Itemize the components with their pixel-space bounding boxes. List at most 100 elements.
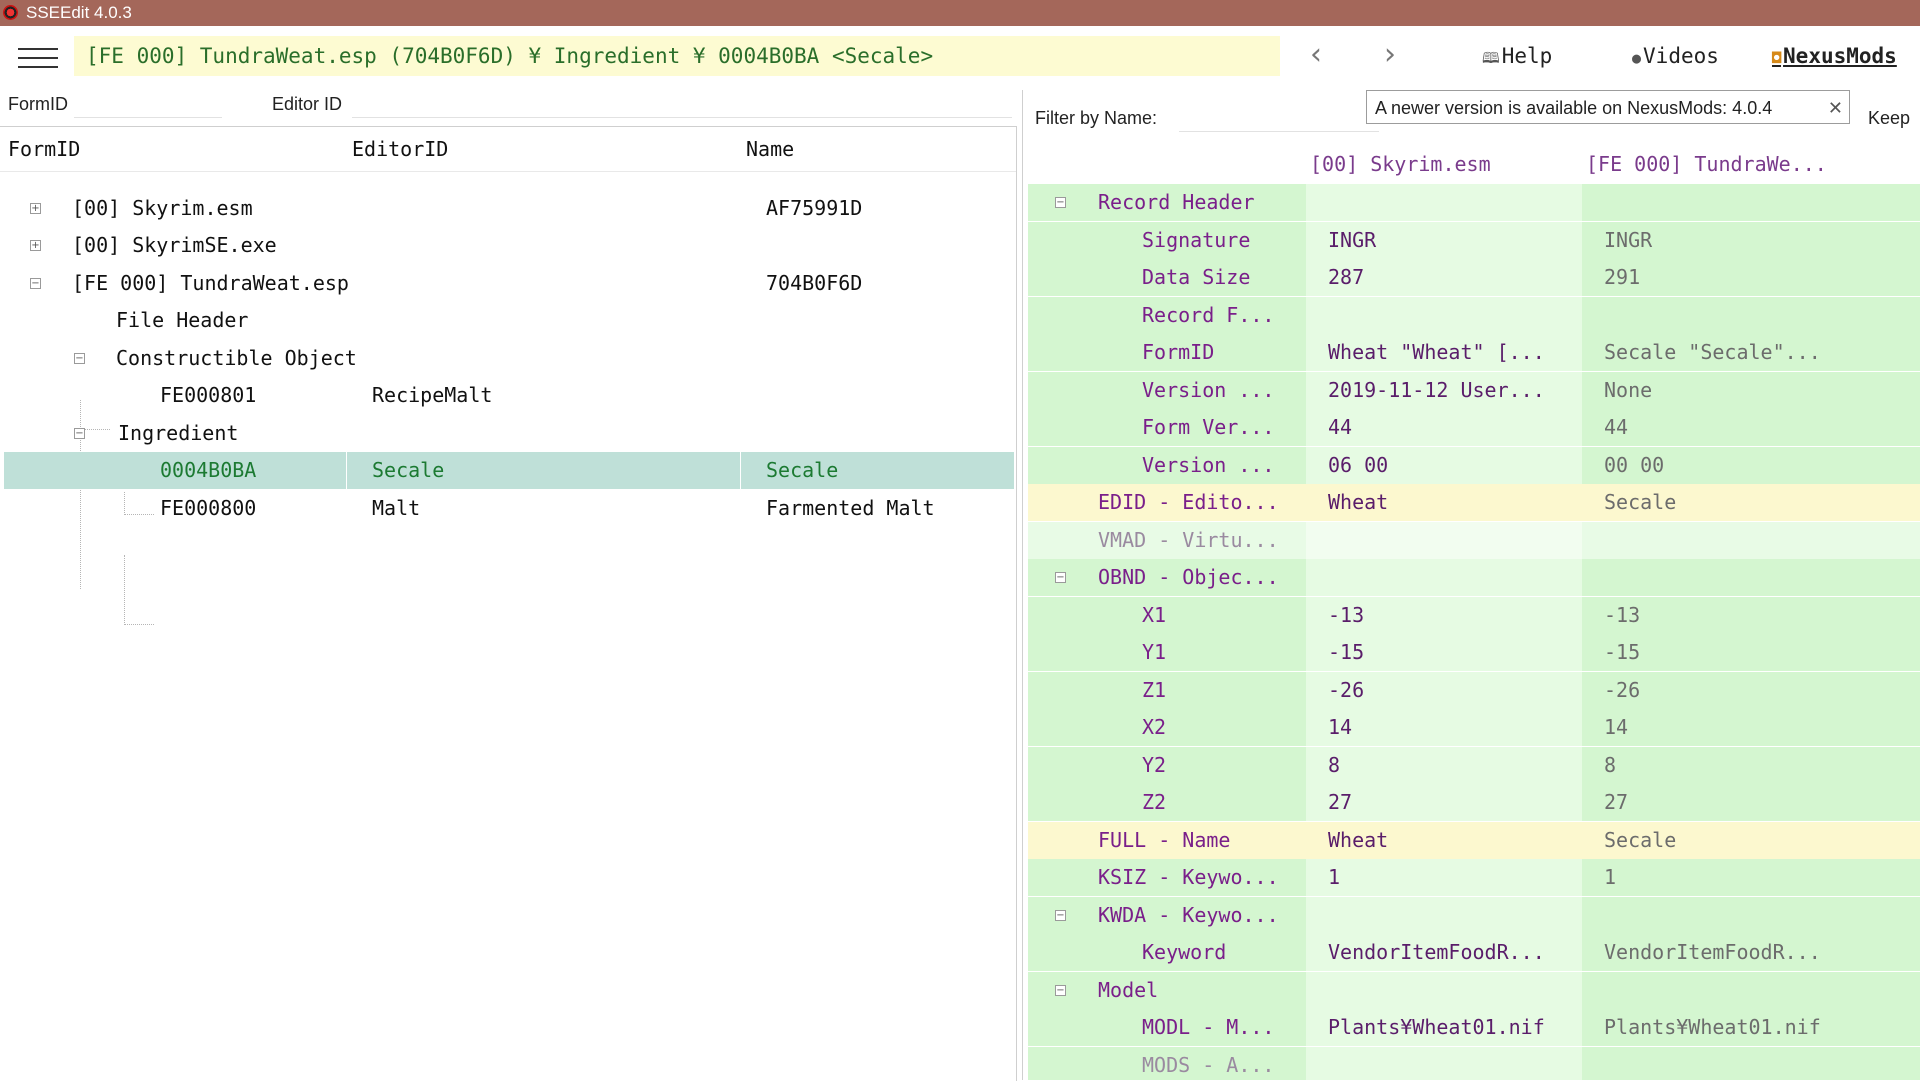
value-skyrim-esm[interactable]: Plants¥Wheat01.nif <box>1328 1009 1545 1046</box>
tree-row[interactable]: FE000800 Malt Farmented Malt <box>4 490 1014 527</box>
tree-row[interactable]: + [00] Skyrim.esm AF75991D <box>4 190 1014 227</box>
collapse-icon[interactable]: − <box>30 278 41 289</box>
value-tundraweat-esp[interactable]: -13 <box>1604 597 1640 634</box>
record-row[interactable]: MODS - A... <box>1028 1046 1920 1080</box>
book-icon: 🕮 <box>1482 49 1500 67</box>
record-row[interactable]: Keyword VendorItemFoodR... VendorItemFoodR… <box>1028 934 1920 971</box>
value-tundraweat-esp[interactable]: 291 <box>1604 259 1640 296</box>
record-row[interactable]: Version ... 2019-11-12 User... None <box>1028 371 1920 409</box>
value-skyrim-esm[interactable]: 44 <box>1328 409 1352 446</box>
tree-formid: Ingredient <box>118 421 239 445</box>
videos-link[interactable]: ●Videos <box>1632 44 1719 68</box>
tree-row[interactable]: − [FE 000] TundraWeat.esp 704B0F6D <box>4 265 1014 302</box>
record-row[interactable]: − OBND - Objec... <box>1028 559 1920 596</box>
value-tundraweat-esp[interactable]: 1 <box>1604 859 1616 896</box>
tree-row[interactable]: − Constructible Object <box>4 340 1014 377</box>
tree-row[interactable]: FE000801 RecipeMalt <box>4 377 1014 414</box>
value-tundraweat-esp[interactable]: VendorItemFoodR... <box>1604 934 1821 971</box>
record-row[interactable]: − KWDA - Keywo... <box>1028 896 1920 934</box>
value-skyrim-esm[interactable]: 06 00 <box>1328 447 1388 484</box>
value-skyrim-esm[interactable]: Wheat <box>1328 484 1388 521</box>
record-row[interactable]: − Record Header <box>1028 184 1920 221</box>
value-skyrim-esm[interactable]: -26 <box>1328 672 1364 709</box>
collapse-icon[interactable]: − <box>1055 197 1066 208</box>
collapse-icon[interactable]: − <box>1055 572 1066 583</box>
record-row[interactable]: Record F... <box>1028 296 1920 334</box>
value-skyrim-esm[interactable]: 14 <box>1328 709 1352 746</box>
record-row[interactable]: Y1 -15 -15 <box>1028 634 1920 671</box>
value-tundraweat-esp[interactable]: -26 <box>1604 672 1640 709</box>
record-row[interactable]: Y2 8 8 <box>1028 746 1920 784</box>
record-row[interactable]: Z1 -26 -26 <box>1028 671 1920 709</box>
nexusmods-label: NexusMods <box>1783 44 1897 68</box>
collapse-icon[interactable]: − <box>1055 909 1066 921</box>
record-row[interactable]: FULL - Name Wheat Secale <box>1028 821 1920 859</box>
value-tundraweat-esp[interactable]: Secale <box>1604 484 1676 521</box>
record-row[interactable]: Z2 27 27 <box>1028 784 1920 821</box>
filter-by-name-input[interactable] <box>1179 104 1379 132</box>
record-row[interactable]: Form Ver... 44 44 <box>1028 409 1920 446</box>
value-skyrim-esm[interactable]: 2019-11-12 User... <box>1328 372 1545 409</box>
collapse-icon[interactable]: − <box>74 353 85 364</box>
collapse-icon[interactable]: − <box>1055 984 1066 996</box>
tree-name: Farmented Malt <box>766 496 935 520</box>
record-row[interactable]: − Model <box>1028 971 1920 1009</box>
tree-row[interactable]: File Header <box>4 302 1014 339</box>
column-name[interactable]: Name <box>746 137 794 161</box>
record-row[interactable]: Version ... 06 00 00 00 <box>1028 446 1920 484</box>
column-tundraweat-esp[interactable]: [FE 000] TundraWe... <box>1586 152 1827 176</box>
value-skyrim-esm[interactable]: 27 <box>1328 784 1352 821</box>
record-row[interactable]: FormID Wheat "Wheat" [... Secale "Secale".… <box>1028 334 1920 371</box>
record-row[interactable]: EDID - Edito... Wheat Secale <box>1028 484 1920 521</box>
tree-row[interactable]: − Ingredient <box>4 415 1014 452</box>
value-tundraweat-esp[interactable]: None <box>1604 372 1652 409</box>
value-skyrim-esm[interactable]: 8 <box>1328 747 1340 784</box>
column-formid[interactable]: FormID <box>8 137 80 161</box>
tree-editorid: RecipeMalt <box>372 383 493 407</box>
editorid-filter-input[interactable] <box>352 90 1012 118</box>
value-skyrim-esm[interactable]: INGR <box>1328 222 1376 259</box>
menu-icon[interactable] <box>18 48 58 74</box>
value-skyrim-esm[interactable]: 287 <box>1328 259 1364 296</box>
value-tundraweat-esp[interactable]: Secale <box>1604 822 1676 859</box>
formid-filter-input[interactable] <box>74 90 222 118</box>
value-tundraweat-esp[interactable]: -15 <box>1604 634 1640 671</box>
close-icon[interactable]: ✕ <box>1828 91 1843 125</box>
record-row[interactable]: Data Size 287 291 <box>1028 259 1920 296</box>
record-field-label: Y2 <box>1142 752 1167 777</box>
tree-row[interactable]: + [00] SkyrimSE.exe <box>4 227 1014 264</box>
record-row[interactable]: VMAD - Virtu... <box>1028 521 1920 559</box>
value-skyrim-esm[interactable]: 1 <box>1328 859 1340 896</box>
record-row[interactable]: X2 14 14 <box>1028 709 1920 746</box>
expand-icon[interactable]: + <box>30 203 41 214</box>
value-skyrim-esm[interactable]: Wheat "Wheat" [... <box>1328 334 1545 371</box>
value-skyrim-esm[interactable]: -15 <box>1328 634 1364 671</box>
expand-icon[interactable]: + <box>30 240 41 251</box>
help-link[interactable]: 🕮Help <box>1482 44 1552 73</box>
value-tundraweat-esp[interactable]: 00 00 <box>1604 447 1664 484</box>
back-button[interactable]: ‹ <box>1310 40 1322 70</box>
value-tundraweat-esp[interactable]: Secale "Secale"... <box>1604 334 1821 371</box>
record-field-label: X1 <box>1142 602 1167 627</box>
value-tundraweat-esp[interactable]: INGR <box>1604 222 1652 259</box>
value-tundraweat-esp[interactable]: 8 <box>1604 747 1616 784</box>
value-tundraweat-esp[interactable]: 44 <box>1604 409 1628 446</box>
column-skyrim-esm[interactable]: [00] Skyrim.esm <box>1310 152 1491 176</box>
column-editorid[interactable]: EditorID <box>352 137 448 161</box>
value-skyrim-esm[interactable]: Wheat <box>1328 822 1388 859</box>
value-tundraweat-esp[interactable]: 27 <box>1604 784 1628 821</box>
tree-row-selected[interactable]: 0004B0BA Secale Secale <box>4 452 1014 489</box>
forward-button[interactable]: › <box>1384 40 1396 70</box>
record-row[interactable]: MODL - M... Plants¥Wheat01.nif Plants¥Whea… <box>1028 1009 1920 1046</box>
collapse-icon[interactable]: − <box>74 428 85 439</box>
record-row[interactable]: Signature INGR INGR <box>1028 221 1920 259</box>
record-row[interactable]: X1 -13 -13 <box>1028 596 1920 634</box>
value-skyrim-esm[interactable]: -13 <box>1328 597 1364 634</box>
value-tundraweat-esp[interactable]: 14 <box>1604 709 1628 746</box>
nexusmods-link[interactable]: ◘NexusMods <box>1772 44 1897 68</box>
value-tundraweat-esp[interactable]: Plants¥Wheat01.nif <box>1604 1009 1821 1046</box>
record-row[interactable]: KSIZ - Keywo... 1 1 <box>1028 859 1920 896</box>
value-skyrim-esm[interactable]: VendorItemFoodR... <box>1328 934 1545 971</box>
record-path[interactable]: [FE 000] TundraWeat.esp (704B0F6D) ¥ Ing… <box>74 36 1280 76</box>
keep-label[interactable]: Keep <box>1868 108 1910 129</box>
